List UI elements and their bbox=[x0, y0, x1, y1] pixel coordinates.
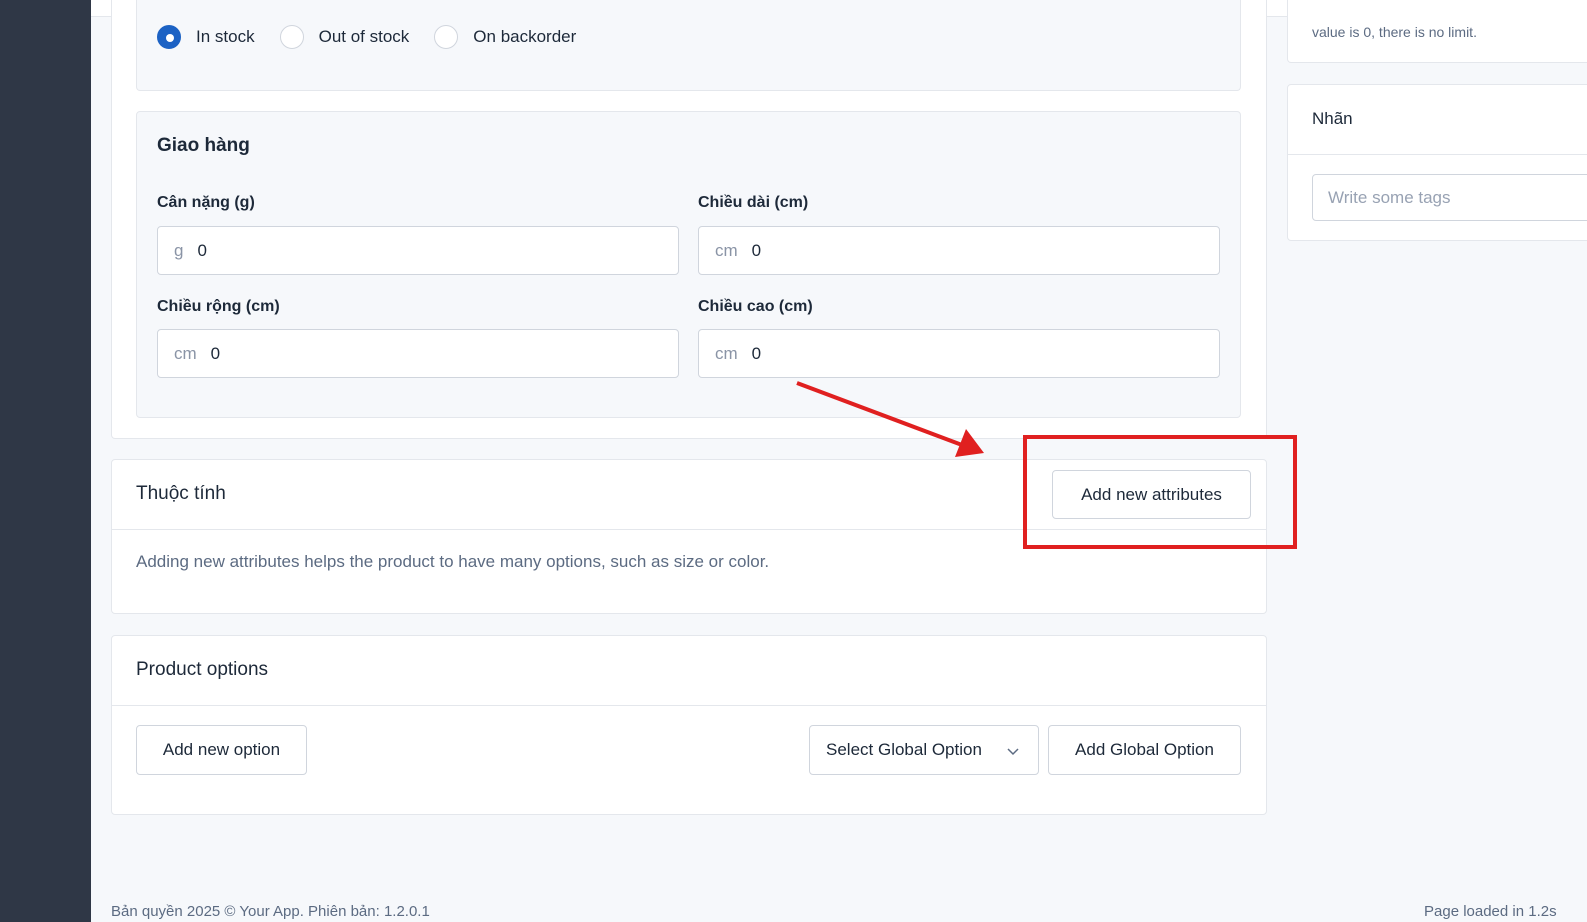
width-value[interactable]: 0 bbox=[211, 344, 220, 364]
weight-unit: g bbox=[174, 240, 184, 260]
weight-label: Cân nặng (g) bbox=[157, 194, 255, 211]
width-unit: cm bbox=[174, 343, 197, 363]
tags-input[interactable]: Write some tags bbox=[1312, 174, 1587, 221]
height-field[interactable]: cm 0 bbox=[698, 329, 1220, 378]
select-global-option-dropdown[interactable]: Select Global Option bbox=[809, 725, 1039, 775]
tags-divider bbox=[1288, 154, 1587, 155]
radio-in-stock[interactable] bbox=[157, 25, 181, 49]
stock-status-radio-group: In stock Out of stock On backorder bbox=[157, 25, 601, 49]
height-unit: cm bbox=[715, 343, 738, 363]
shipping-title: Giao hàng bbox=[157, 135, 250, 156]
product-options-divider bbox=[112, 705, 1266, 706]
add-new-option-button[interactable]: Add new option bbox=[136, 725, 307, 775]
radio-label-on-backorder[interactable]: On backorder bbox=[473, 27, 576, 47]
length-field[interactable]: cm 0 bbox=[698, 226, 1220, 275]
radio-out-of-stock[interactable] bbox=[279, 25, 304, 49]
attributes-title: Thuộc tính bbox=[136, 483, 226, 504]
select-global-option-value: Select Global Option bbox=[826, 740, 982, 759]
radio-label-in-stock[interactable]: In stock bbox=[196, 27, 255, 47]
quantity-limit-note: value is 0, there is no limit. bbox=[1312, 24, 1477, 40]
tags-title: Nhãn bbox=[1312, 109, 1353, 128]
annotation-highlight-box bbox=[1023, 435, 1297, 549]
length-unit: cm bbox=[715, 240, 738, 260]
width-label: Chiều rộng (cm) bbox=[157, 298, 280, 315]
product-options-title: Product options bbox=[136, 659, 269, 680]
height-label: Chiều cao (cm) bbox=[698, 298, 813, 315]
add-global-option-button[interactable]: Add Global Option bbox=[1048, 725, 1241, 775]
radio-on-backorder[interactable] bbox=[434, 25, 459, 49]
footer-copyright: Bản quyền 2025 © Your App. Phiên bản: 1.… bbox=[111, 903, 430, 920]
height-value[interactable]: 0 bbox=[752, 344, 761, 364]
footer-page-load: Page loaded in 1.2s bbox=[1424, 903, 1557, 920]
weight-value[interactable]: 0 bbox=[197, 241, 206, 261]
width-field[interactable]: cm 0 bbox=[157, 329, 679, 378]
weight-field[interactable]: g 0 bbox=[157, 226, 679, 275]
length-label: Chiều dài (cm) bbox=[698, 194, 809, 211]
chevron-down-icon bbox=[1006, 743, 1020, 763]
length-value[interactable]: 0 bbox=[752, 241, 761, 261]
radio-label-out-of-stock[interactable]: Out of stock bbox=[319, 27, 410, 47]
attributes-help-text: Adding new attributes helps the product … bbox=[136, 552, 770, 571]
sidebar bbox=[0, 0, 91, 922]
